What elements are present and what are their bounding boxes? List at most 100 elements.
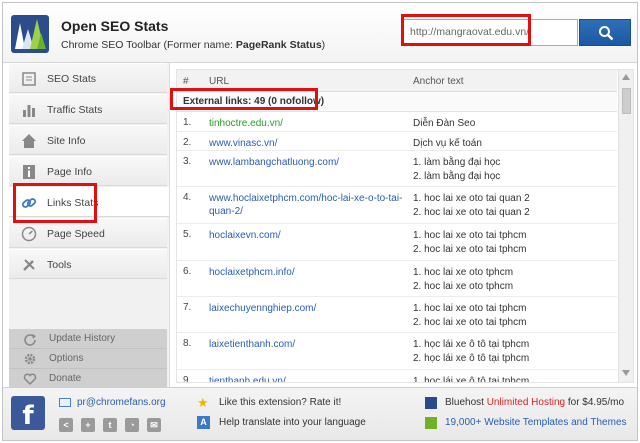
row-url-link[interactable]: hoclaixetphcm.info/ <box>209 266 409 279</box>
star-icon: ★ <box>197 395 209 410</box>
row-number: 7. <box>183 302 192 313</box>
row-number: 9. <box>183 375 192 383</box>
col-number-header: # <box>183 76 189 87</box>
rss-icon[interactable]: ◔ <box>125 418 139 432</box>
app-title: Open SEO Stats <box>61 18 169 34</box>
row-url-link[interactable]: tinhoctre.edu.vn/ <box>209 117 409 130</box>
row-url-link[interactable]: www.hoclaixetphcm.com/hoc-lai-xe-o-to-ta… <box>209 192 409 218</box>
gear-icon <box>24 353 36 365</box>
sidebar-item-label: Links Stats <box>47 197 99 209</box>
row-anchor: Diễn Đàn Seo <box>413 118 476 129</box>
sidebar-spacer <box>9 281 167 329</box>
sidebar-update-history[interactable]: Update History <box>9 329 167 349</box>
tumblr-icon[interactable]: t <box>103 418 117 432</box>
header: Open SEO Stats Chrome SEO Toolbar (Forme… <box>3 3 637 63</box>
row-number: 5. <box>183 229 192 240</box>
row-anchor-list: 1. hoc lai xe oto tai tphcm 2. hoc lai xe… <box>413 302 526 330</box>
footer: f pr@chromefans.org < + t ◔ ✉ ★ Like thi… <box>3 387 637 440</box>
sidebar-item-label: Tools <box>47 259 72 271</box>
templates-icon <box>425 417 437 429</box>
mail-share-icon[interactable]: ✉ <box>147 418 161 432</box>
row-number: 2. <box>183 137 192 148</box>
subtitle-bold: PageRank Status <box>235 39 322 51</box>
row-anchor: 1. hoc lai xe oto tai tphcm <box>413 303 527 314</box>
hosting-text: Bluehost Unlimited Hosting for $4.95/mo <box>445 397 624 408</box>
rate-text: Like this extension? Rate it! <box>219 397 342 408</box>
row-number: 6. <box>183 266 192 277</box>
sidebar-item-label: Site Info <box>47 135 86 147</box>
sidebar: SEO Stats Traffic Stats Site Info Page I… <box>9 63 169 389</box>
row-anchor-list: 1. học lái xe ô tô tại tphcm 2. học lái x… <box>413 338 529 366</box>
seo-stats-icon <box>22 72 36 86</box>
row-anchor: 1. học lái xe ô tô tại tphcm <box>413 376 530 383</box>
search-icon <box>599 26 614 41</box>
themes-text: 19,000+ Website Templates and Themes <box>445 417 627 428</box>
wrench-icon <box>23 259 35 271</box>
table-row: 2. www.vinasc.vn/ Dịch vụ kế toán <box>177 132 617 151</box>
sidebar-item-site-info[interactable]: Site Info <box>9 125 167 155</box>
share-icon[interactable]: < <box>59 418 73 432</box>
bluehost-icon <box>425 397 437 409</box>
sidebar-item-label: Traffic Stats <box>47 104 103 116</box>
vertical-scrollbar[interactable] <box>618 70 633 382</box>
row-number: 8. <box>183 338 192 349</box>
external-links-summary: External links: 49 (0 nofollow) <box>177 92 617 112</box>
table-row: 6. hoclaixetphcm.info/ 1. hoc lai xe oto… <box>177 261 617 297</box>
row-url-link[interactable]: www.lambangchatluong.com/ <box>209 156 409 169</box>
row-url-link[interactable]: laixechuyennghiep.com/ <box>209 302 409 315</box>
sidebar-item-traffic-stats[interactable]: Traffic Stats <box>9 94 167 124</box>
table-row: 4. www.hoclaixetphcm.com/hoc-lai-xe-o-to… <box>177 187 617 224</box>
table-row: 7. laixechuyennghiep.com/ 1. hoc lai xe … <box>177 297 617 333</box>
table-header: # URL Anchor text <box>177 70 617 92</box>
row-anchor: 1. làm bằng đại học <box>413 157 501 168</box>
row-url-link[interactable]: www.vinasc.vn/ <box>209 137 409 150</box>
hosting-prefix: Bluehost <box>445 397 487 408</box>
row-anchor: 2. hoc lai xe oto tai tphcm <box>413 317 527 328</box>
app-subtitle: Chrome SEO Toolbar (Former name: PageRan… <box>61 39 325 51</box>
email-text: pr@chromefans.org <box>77 397 166 408</box>
row-url-link[interactable]: laixetienthanh.com/ <box>209 338 409 351</box>
sidebar-item-label: SEO Stats <box>47 73 97 85</box>
scroll-up-arrow-icon[interactable] <box>622 74 630 80</box>
row-anchor-list: 1. hoc lai xe oto tai tphcm 2. hoc lai xe… <box>413 229 526 257</box>
app-logo-icon <box>11 15 49 53</box>
hosting-suffix: for $4.95/mo <box>565 397 624 408</box>
sidebar-item-links-stats[interactable]: Links Stats <box>9 187 169 217</box>
translate-icon: A <box>197 416 210 429</box>
info-icon <box>23 165 35 179</box>
facebook-icon[interactable]: f <box>11 396 45 431</box>
bar-chart-icon <box>23 105 35 117</box>
url-input[interactable]: http://mangraovat.edu.vn/ <box>403 19 578 46</box>
link-icon <box>21 198 37 208</box>
table-row: 3. www.lambangchatluong.com/ 1. làm bằng… <box>177 151 617 187</box>
refresh-icon <box>24 334 36 346</box>
google-plus-icon[interactable]: + <box>81 418 95 432</box>
row-anchor-list: 1. làm bằng đại học 2. làm bằng đại học <box>413 156 500 184</box>
row-url-link[interactable]: hoclaixevn.com/ <box>209 229 409 242</box>
row-anchor: 1. hoc lai xe oto tphcm <box>413 267 514 278</box>
table-row: 8. laixetienthanh.com/ 1. học lái xe ô t… <box>177 333 617 370</box>
search-button[interactable] <box>579 19 631 46</box>
sidebar-item-tools[interactable]: Tools <box>9 249 167 279</box>
row-anchor: 2. làm bằng đại học <box>413 171 501 182</box>
subtitle-prefix: Chrome SEO Toolbar (Former name: <box>61 39 236 51</box>
sidebar-bottom-label: Donate <box>49 373 82 384</box>
table-row: 9. tienthanh.edu.vn/ 1. học lái xe ô tô … <box>177 370 617 383</box>
sidebar-item-page-info[interactable]: Page Info <box>9 156 167 186</box>
row-anchor: 1. học lái xe ô tô tại tphcm <box>413 339 530 350</box>
sidebar-donate[interactable]: Donate <box>9 369 167 389</box>
sidebar-item-page-speed[interactable]: Page Speed <box>9 218 167 248</box>
scroll-down-arrow-icon[interactable] <box>622 370 630 376</box>
row-number: 3. <box>183 156 192 167</box>
external-links-text: External links: 49 (0 nofollow) <box>183 96 325 107</box>
sidebar-options[interactable]: Options <box>9 349 167 369</box>
row-url-link[interactable]: tienthanh.edu.vn/ <box>209 375 409 382</box>
house-icon <box>22 134 36 148</box>
sidebar-item-seo-stats[interactable]: SEO Stats <box>9 63 167 93</box>
row-anchor: 2. học lái xe ô tô tại tphcm <box>413 353 530 364</box>
sidebar-bottom-label: Update History <box>49 333 116 344</box>
row-anchor: 1. hoc lai xe oto tai tphcm <box>413 230 527 241</box>
row-anchor-list: 1. hoc lai xe oto tai quan 2 2. hoc lai x… <box>413 192 530 220</box>
scroll-thumb[interactable] <box>622 88 631 114</box>
links-table: # URL Anchor text External links: 49 (0 … <box>176 69 634 383</box>
